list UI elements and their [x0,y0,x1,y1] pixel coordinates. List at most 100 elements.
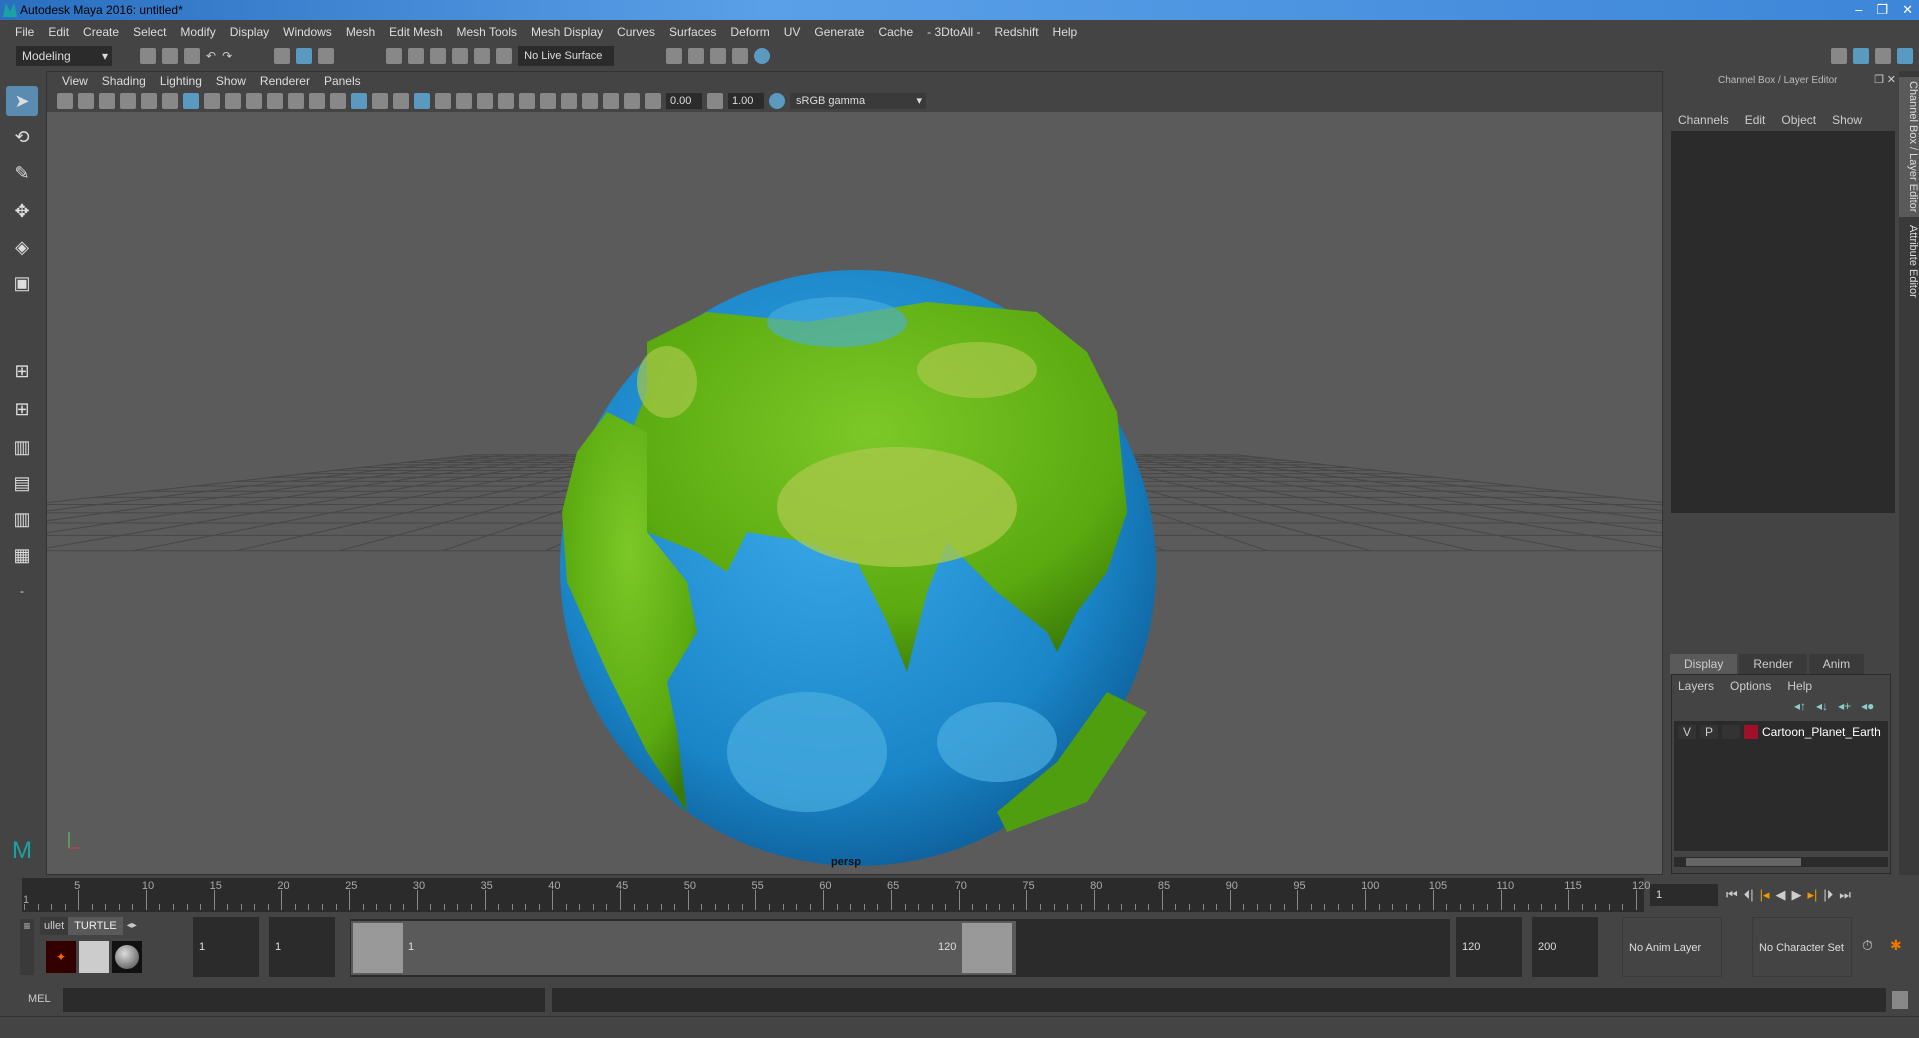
image-plane-icon[interactable] [120,93,136,109]
select-hierarchy-icon[interactable] [274,48,291,64]
uv-layout-icon[interactable]: ▦ [6,540,38,570]
shadows-icon[interactable] [456,93,472,109]
go-to-end-icon[interactable]: ⏭ [1839,884,1851,906]
command-input[interactable] [63,988,545,1012]
menu-cache[interactable]: Cache [871,21,920,43]
xray-active-icon[interactable] [603,93,619,109]
live-surface-field[interactable]: No Live Surface [518,46,615,66]
open-scene-icon[interactable] [162,48,178,64]
new-layer-icon[interactable]: ◂+ [1838,699,1851,713]
xray-icon[interactable] [582,93,598,109]
step-back-key-icon[interactable]: |◂ [1760,884,1770,906]
layer-type-toggle[interactable] [1722,725,1740,739]
close-panel-button[interactable]: ✕ [1887,73,1896,86]
panel-menu-renderer[interactable]: Renderer [253,72,317,90]
channel-box-toggle-icon[interactable] [1897,48,1913,64]
range-start-handle[interactable] [353,923,403,973]
go-to-start-icon[interactable]: ⏮ [1726,884,1738,906]
channel-menu-show[interactable]: Show [1832,113,1862,127]
menu-surfaces[interactable]: Surfaces [662,21,723,43]
safe-action-icon[interactable] [288,93,304,109]
shelf-menu-icon[interactable]: ≡ [20,919,34,975]
scene-view[interactable] [47,112,1662,874]
menu-curves[interactable]: Curves [610,21,662,43]
character-set-dropdown[interactable]: No Character Set [1752,917,1852,977]
grid-toggle-icon[interactable] [183,93,199,109]
snap-view-plane-icon[interactable] [474,48,491,64]
step-back-frame-icon[interactable]: ⏴| [1744,884,1754,906]
cartoon-planet-earth[interactable] [560,270,1156,866]
turtle-bake-icon[interactable] [79,941,109,973]
tab-render[interactable]: Render [1739,654,1807,674]
make-live-icon[interactable] [496,48,513,64]
channel-menu-edit[interactable]: Edit [1745,113,1766,127]
menu-redshift[interactable]: Redshift [988,21,1046,43]
menu-mesh[interactable]: Mesh [339,21,382,43]
outliner-toggle-icon[interactable] [1875,48,1891,64]
panel-menu-show[interactable]: Show [209,72,253,90]
safe-title-icon[interactable] [309,93,325,109]
scene-start-field[interactable]: 1 [193,917,259,977]
current-frame-field[interactable]: 1 [1650,884,1718,906]
layer-list-scrollbar[interactable] [1674,857,1888,867]
menu-select[interactable]: Select [126,21,173,43]
new-scene-icon[interactable] [140,48,156,64]
menu-mesh-display[interactable]: Mesh Display [524,21,610,43]
workspace-icon[interactable] [1831,48,1847,64]
color-management-toggle-icon[interactable] [769,93,785,109]
range-slider-bar[interactable] [351,921,1016,975]
bookmark-icon[interactable] [99,93,115,109]
new-layer-selected-icon[interactable]: ◂● [1861,699,1874,713]
exposure-field[interactable]: 0.00 [666,93,702,109]
render-frame-icon[interactable] [688,48,705,64]
auto-key-icon[interactable]: ⏱ [1862,937,1873,954]
resolution-gate-icon[interactable] [225,93,241,109]
mode-dropdown[interactable]: Modeling ▾ [16,46,112,66]
step-forward-frame-icon[interactable]: |⏵ [1823,884,1833,906]
snap-grid-icon[interactable] [386,48,403,64]
textured-icon[interactable] [414,93,430,109]
isolate-select-icon[interactable] [561,93,577,109]
layer-menu-layers[interactable]: Layers [1678,679,1714,693]
menu-edit-mesh[interactable]: Edit Mesh [382,21,449,43]
menu-display[interactable]: Display [223,21,276,43]
gamma-field[interactable]: 1.00 [728,93,764,109]
gamma-icon[interactable] [707,93,723,109]
menu--3dtoall-[interactable]: - 3DtoAll - [920,21,987,43]
panel-menu-shading[interactable]: Shading [95,72,153,90]
menu-uv[interactable]: UV [777,21,808,43]
channel-menu-channels[interactable]: Channels [1678,113,1729,127]
panel-menu-view[interactable]: View [55,72,95,90]
persp-outliner-layout-icon[interactable]: ▥ [6,432,38,462]
turtle-render-icon[interactable]: ✦ [46,941,76,973]
menu-deform[interactable]: Deform [723,21,776,43]
range-end-handle[interactable] [962,923,1012,973]
menu-create[interactable]: Create [76,21,126,43]
tab-attribute-editor[interactable]: Attribute Editor [1899,221,1919,301]
camera-select-icon[interactable] [57,93,73,109]
motion-blur-icon[interactable] [498,93,514,109]
layer-color-swatch[interactable] [1744,725,1758,739]
tab-channel-box[interactable]: Channel Box / Layer Editor [1899,77,1919,217]
play-backwards-icon[interactable]: ◀ [1776,884,1786,906]
turtle-sphere-icon[interactable] [112,941,142,973]
script-editor-icon[interactable] [1892,991,1908,1009]
step-forward-key-icon[interactable]: ▸| [1808,884,1818,906]
camera-attributes-icon[interactable] [78,93,94,109]
menu-windows[interactable]: Windows [276,21,339,43]
hypershade-icon[interactable] [754,48,771,64]
menu-generate[interactable]: Generate [807,21,871,43]
menu-edit[interactable]: Edit [41,21,76,43]
xray-joints-icon[interactable] [624,93,640,109]
persp-graph-layout-icon[interactable]: ▤ [6,468,38,498]
layer-playback-toggle[interactable]: P [1700,725,1718,739]
layer-visibility-toggle[interactable]: V [1678,725,1696,739]
depth-of-field-icon[interactable] [540,93,556,109]
render-view-icon[interactable] [732,48,749,64]
more-layouts-icon[interactable]: - [6,576,38,606]
save-scene-icon[interactable] [184,48,200,64]
scale-tool-icon[interactable]: ▣ [6,268,38,298]
single-perspective-layout-icon[interactable]: ⊞ [6,356,38,386]
panel-layout-icon[interactable] [1853,48,1869,64]
select-object-icon[interactable] [296,48,313,64]
